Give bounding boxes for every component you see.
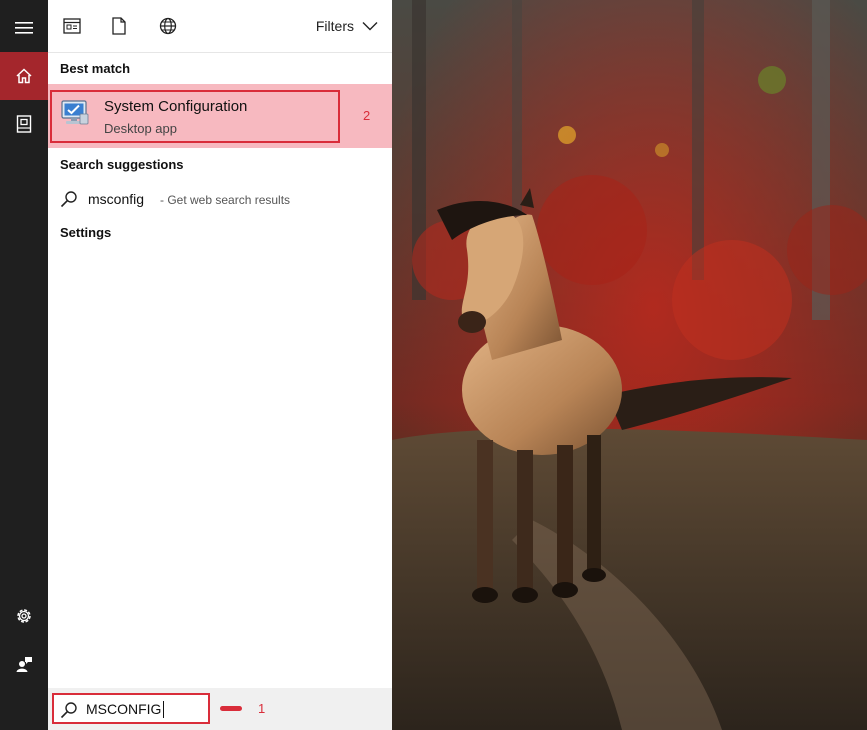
- hamburger-menu-button[interactable]: [0, 4, 48, 52]
- home-button[interactable]: [0, 52, 48, 100]
- filters-dropdown[interactable]: Filters: [316, 14, 378, 38]
- search-icon: [60, 702, 77, 719]
- system-configuration-app-icon: [61, 100, 89, 125]
- chevron-down-icon: [362, 22, 378, 31]
- search-icon: [60, 191, 77, 208]
- user-feedback-icon: [16, 657, 32, 672]
- search-box-annotation: [52, 693, 210, 724]
- suggestion-hint: - Get web search results: [160, 193, 291, 207]
- globe-icon: [159, 17, 177, 35]
- search-suggestions-heading: Search suggestions: [60, 157, 184, 172]
- documents-icon: [16, 115, 32, 133]
- annotation-marker-1: 1: [258, 701, 266, 716]
- search-results-panel: Filters Best match System Configuration …: [48, 0, 392, 730]
- filters-label: Filters: [315, 18, 354, 34]
- web-filter-button[interactable]: [156, 14, 180, 38]
- text-caret: [163, 701, 164, 718]
- hamburger-menu-icon: [15, 22, 33, 34]
- documents-button[interactable]: [0, 100, 48, 148]
- document-icon: [112, 17, 126, 35]
- documents-filter-button[interactable]: [107, 14, 131, 38]
- best-match-title: System Configuration: [104, 98, 248, 115]
- search-input[interactable]: [86, 700, 196, 718]
- results-toolbar: Filters: [48, 0, 392, 53]
- suggestion-item[interactable]: msconfig - Get web search results: [48, 186, 392, 214]
- annotation-dash: [220, 706, 242, 711]
- settings-button[interactable]: [0, 592, 48, 640]
- annotation-marker-2: 2: [363, 108, 371, 123]
- home-icon: [16, 68, 32, 84]
- start-rail: [0, 0, 48, 730]
- news-filter-button[interactable]: [60, 14, 84, 38]
- suggestion-term: msconfig: [88, 191, 145, 207]
- best-match-heading: Best match: [60, 61, 131, 76]
- settings-gear-icon: [17, 609, 31, 623]
- feedback-button[interactable]: [0, 640, 48, 688]
- desktop-wallpaper: [392, 0, 867, 730]
- news-icon: [63, 18, 81, 34]
- best-match-result[interactable]: System Configuration Desktop app 2: [48, 84, 392, 148]
- best-match-subtitle: Desktop app: [104, 121, 177, 136]
- settings-heading: Settings: [60, 225, 112, 240]
